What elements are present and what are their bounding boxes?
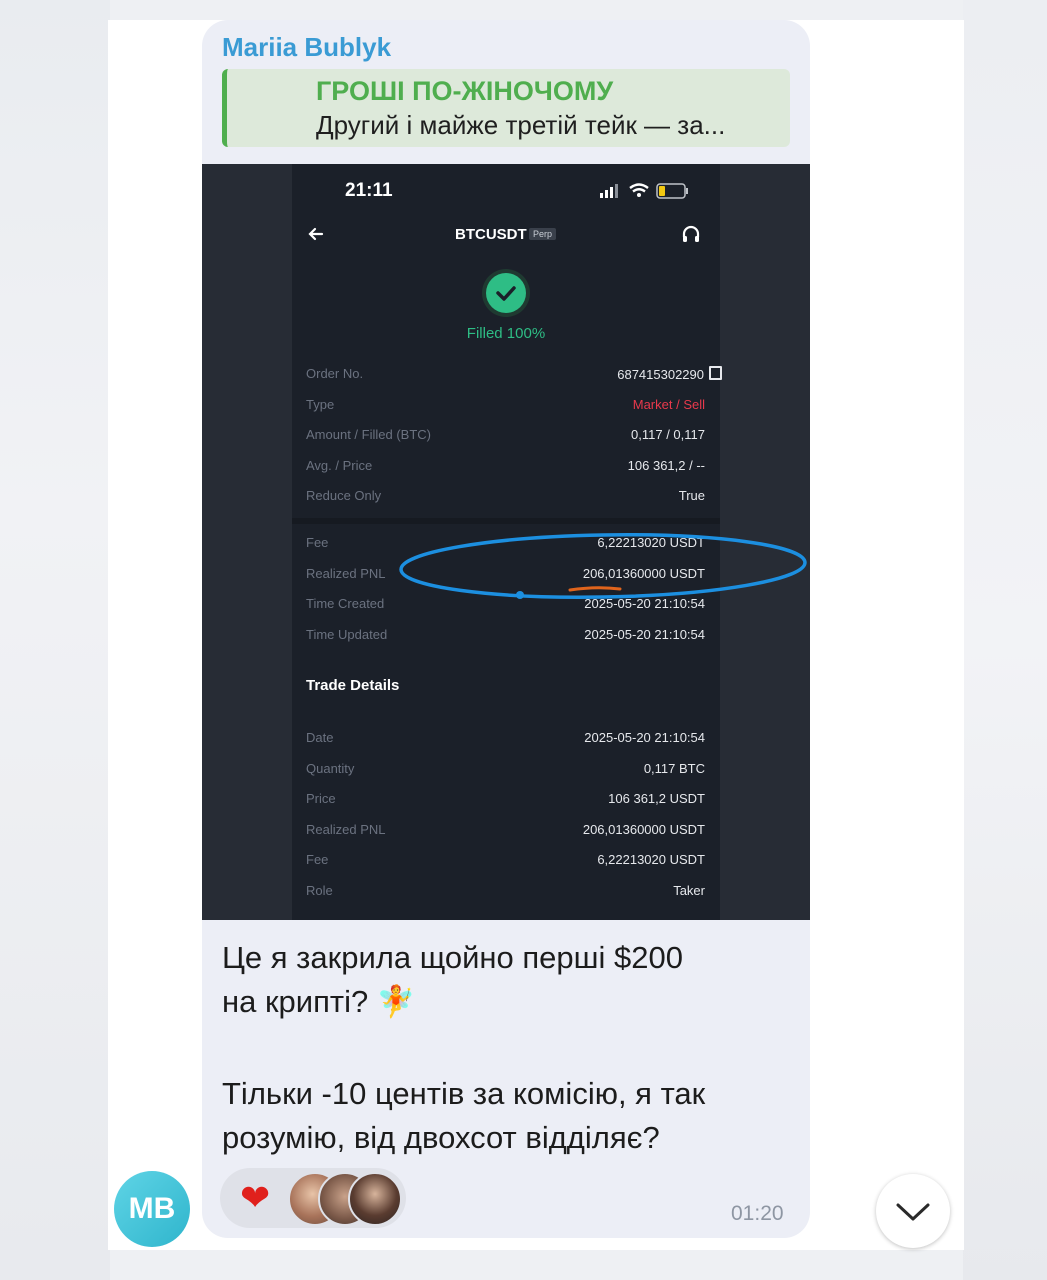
chevron-down-icon <box>896 1203 930 1221</box>
row-value: 106 361,2 / -- <box>627 458 705 473</box>
sender-name[interactable]: Mariia Bublyk <box>222 32 391 63</box>
row-value: 2025-05-20 21:10:54 <box>584 730 705 745</box>
row-label: Avg. / Price <box>306 458 373 473</box>
reply-title: ГРОШІ ПО-ЖІНОЧОМУ <box>316 76 614 106</box>
scroll-down-button[interactable] <box>876 1174 950 1248</box>
order-number: 687415302290 <box>617 367 704 382</box>
row-label: Fee <box>306 535 329 550</box>
message-text-line: Це я закрила щойно перші $200 <box>222 940 683 975</box>
row-label: Quantity <box>306 761 355 776</box>
row-value: Taker <box>673 883 705 898</box>
message-time: 01:20 <box>731 1202 784 1225</box>
copy-icon[interactable] <box>709 366 722 380</box>
status-icons <box>600 183 688 199</box>
row-label: Date <box>306 730 334 745</box>
background-left <box>0 0 110 1280</box>
highlight-circle <box>399 533 807 599</box>
pair-title: BTCUSDT <box>455 226 527 243</box>
row-label: Role <box>306 883 333 898</box>
row-label: Realized PNL <box>306 822 386 837</box>
row-value: 0,117 BTC <box>643 761 705 776</box>
row-value: 687415302290 <box>617 366 722 382</box>
row-label: Fee <box>306 852 329 867</box>
row-label: Reduce Only <box>306 488 382 503</box>
trade-details-title: Trade Details <box>306 677 400 694</box>
perp-badge: Perp <box>529 228 557 240</box>
row-label: Time Updated <box>306 627 388 642</box>
row-label: Time Created <box>306 596 385 611</box>
message-text-line: розумію, від двохсот відділяє? <box>222 1120 660 1155</box>
reply-text: Другий і майже третій тейк — за... <box>316 110 726 140</box>
row-label: Type <box>306 397 335 412</box>
fill-status: Filled 100% <box>466 325 546 342</box>
check-icon <box>486 273 526 313</box>
background-right <box>963 0 1047 1280</box>
row-value: True <box>678 488 705 503</box>
divider <box>292 518 720 524</box>
avatar[interactable]: MB <box>114 1171 190 1247</box>
headset-icon[interactable] <box>680 224 702 246</box>
reactor-avatar[interactable] <box>348 1172 402 1226</box>
message-text-line: Тільки -10 центів за комісію, я так <box>222 1076 706 1111</box>
row-label: Order No. <box>306 366 364 381</box>
heart-icon: ❤ <box>240 1177 271 1218</box>
row-value: Market / Sell <box>632 397 705 412</box>
back-arrow-icon[interactable] <box>304 222 328 246</box>
row-label: Price <box>306 791 336 806</box>
message-text-line: на крипті? 🧚 <box>222 984 416 1019</box>
row-value: 0,117 / 0,117 <box>631 427 705 442</box>
row-label: Realized PNL <box>306 566 386 581</box>
row-value: 206,01360000 USDT <box>582 822 705 837</box>
row-value: 106 361,2 USDT <box>608 791 705 806</box>
status-time: 21:11 <box>345 180 393 201</box>
row-label: Amount / Filled (BTC) <box>306 427 431 442</box>
row-value: 6,22213020 USDT <box>597 852 705 867</box>
row-value: 2025-05-20 21:10:54 <box>584 627 705 642</box>
